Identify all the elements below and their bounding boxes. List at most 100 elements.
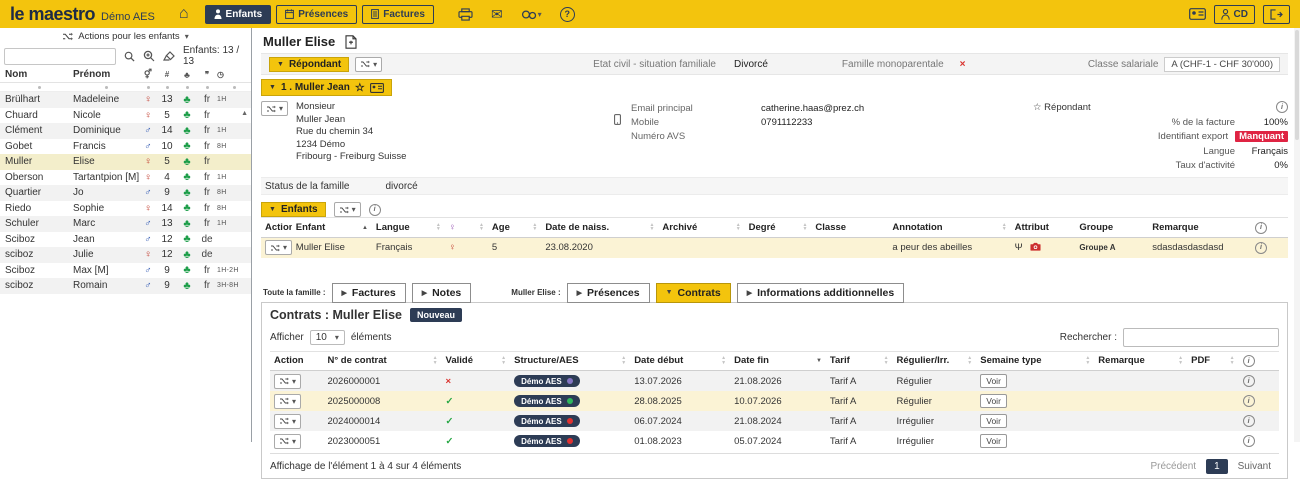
col-remarque[interactable]: Remarque (1148, 218, 1251, 238)
col-tarif[interactable]: Tarif▲▼ (826, 351, 893, 371)
home-icon[interactable]: ⌂ (179, 6, 189, 22)
child-row[interactable]: ChuardNicole♀5♣fr (0, 108, 251, 124)
child-row[interactable]: GobetFrancis♂10♣fr8H (0, 139, 251, 155)
tab-factures[interactable]: ▶Factures (332, 283, 406, 303)
child-row[interactable]: RiedoSophie♀14♣fr8H (0, 201, 251, 217)
col-archive[interactable]: Archivé▲▼ (658, 218, 744, 238)
classe-salariale-value[interactable]: A (CHF-1 - CHF 30'000) (1164, 57, 1280, 72)
col-semaine-type[interactable]: Semaine type▲▼ (976, 351, 1094, 371)
child-row[interactable]: SchulerMarc♂13♣fr1H (0, 216, 251, 232)
page-size-select[interactable]: 10▾ (310, 330, 345, 345)
idcard-icon[interactable] (1189, 8, 1206, 20)
voir-button[interactable]: Voir (980, 394, 1007, 408)
col-gender[interactable]: ♀▲▼ (445, 218, 488, 238)
tab-notes[interactable]: ▶Notes (412, 283, 472, 303)
logout-button[interactable] (1263, 5, 1290, 24)
printer-icon[interactable] (458, 8, 473, 21)
col-nom[interactable]: Nom (0, 69, 73, 80)
col-pdf[interactable]: PDF▲▼ (1187, 351, 1238, 371)
col-regulier[interactable]: Régulier/Irr.▲▼ (893, 351, 977, 371)
voir-button[interactable]: Voir (980, 434, 1007, 448)
info-icon[interactable]: i (1243, 395, 1255, 407)
col-attribut[interactable]: Attribut (1011, 218, 1076, 238)
clear-filter-icon[interactable] (163, 51, 175, 62)
search-plus-icon[interactable] (143, 50, 155, 62)
child-row[interactable]: ClémentDominique♂14♣fr1H (0, 123, 251, 139)
repondant-actions-button[interactable]: ▾ (355, 57, 382, 72)
scrollbar-thumb[interactable] (1295, 30, 1299, 140)
contract-row[interactable]: ▾ 2023000051 ✓ Démo AES 01.08.2023 05.07… (270, 431, 1279, 451)
children-search-input[interactable] (4, 48, 116, 65)
link-icon[interactable]: ▾ (521, 9, 542, 20)
children-filter-row[interactable] (0, 83, 251, 92)
enfant-actions-button[interactable]: ▾ (265, 240, 292, 255)
mail-icon[interactable]: ✉ (491, 7, 503, 21)
contract-actions-button[interactable]: ▾ (274, 394, 301, 409)
structure-badge[interactable]: Démo AES (514, 435, 580, 447)
status-column-icon[interactable]: ♣ (177, 70, 197, 80)
child-row[interactable]: scibozRomain♂9♣fr3H-8H (0, 278, 251, 294)
nav-presences[interactable]: Présences (276, 5, 357, 24)
age-column-icon[interactable]: # (157, 70, 177, 79)
remove-icon[interactable]: × (960, 59, 966, 70)
child-row[interactable]: scibozJulie♀12♣de (0, 247, 251, 263)
parent-section-toggle[interactable]: ▼ 1 . Muller Jean ☆ (261, 79, 392, 96)
next-page-button[interactable]: Suivant (1230, 459, 1279, 474)
col-structure[interactable]: Structure/AES▲▼ (510, 351, 630, 371)
child-row[interactable]: ObersonTartantpion [M]♀4♣fr1H (0, 170, 251, 186)
col-num-contrat[interactable]: N° de contrat▲▼ (323, 351, 441, 371)
enfants-actions-button[interactable]: ▾ (334, 202, 361, 217)
child-row[interactable]: BrülhartMadeleine♀13♣fr1H (0, 92, 251, 108)
contract-row[interactable]: ▾ 2025000008 ✓ Démo AES 28.08.2025 10.07… (270, 391, 1279, 411)
child-row[interactable]: ScibozJean♂12♣de (0, 232, 251, 248)
voir-button[interactable]: Voir (980, 374, 1007, 388)
hours-column-icon[interactable]: ◷ (217, 70, 251, 79)
col-annotation[interactable]: Annotation▲▼ (888, 218, 1010, 238)
col-remarque[interactable]: Remarque▲▼ (1094, 351, 1187, 371)
info-icon[interactable]: i (1243, 375, 1255, 387)
gender-column-icon[interactable]: ⚥ (139, 69, 157, 80)
contact-card-icon[interactable] (370, 83, 384, 93)
col-prenom[interactable]: Prénom (73, 69, 139, 80)
col-valide[interactable]: Validé▲▼ (442, 351, 511, 371)
enfant-row[interactable]: ▾ Muller Elise Français ♀ 5 23.08.2020 a… (261, 237, 1288, 258)
child-row-selected[interactable]: MullerElise♀5♣fr (0, 154, 251, 170)
tab-contrats[interactable]: ▼Contrats (656, 283, 731, 303)
info-icon[interactable]: i (1276, 101, 1288, 113)
language-column-icon[interactable]: ❞ (197, 70, 217, 79)
prev-page-button[interactable]: Précédent (1142, 459, 1204, 474)
children-actions-menu[interactable]: Actions pour les enfants ▾ (0, 28, 251, 45)
col-date-fin[interactable]: Date fin▼ (730, 351, 826, 371)
enfants-section-toggle[interactable]: ▼Enfants (261, 202, 326, 217)
structure-badge[interactable]: Démo AES (514, 395, 580, 407)
col-naissance[interactable]: Date de naiss.▲▼ (541, 218, 658, 238)
info-icon[interactable]: i (369, 204, 381, 216)
scroll-up-icon[interactable]: ▲ (241, 110, 248, 117)
parent-actions-button[interactable]: ▾ (261, 101, 288, 116)
col-degre[interactable]: Degré▲▼ (745, 218, 812, 238)
page-1-button[interactable]: 1 (1206, 459, 1228, 474)
contract-actions-button[interactable]: ▾ (274, 414, 301, 429)
col-langue[interactable]: Langue▲▼ (372, 218, 445, 238)
repondant-toggle[interactable]: ▼Répondant (269, 57, 349, 72)
col-age[interactable]: Age▲▼ (488, 218, 541, 238)
child-row[interactable]: ScibozMax [M]♂9♣fr1H-2H (0, 263, 251, 279)
contracts-search-input[interactable] (1123, 328, 1279, 347)
user-button[interactable]: CD (1214, 5, 1255, 24)
contract-row[interactable]: ▾ 2026000001 × Démo AES 13.07.2026 21.08… (270, 371, 1279, 392)
structure-badge[interactable]: Démo AES (514, 415, 580, 427)
col-groupe[interactable]: Groupe (1075, 218, 1148, 238)
page-scrollbar[interactable] (1294, 28, 1300, 442)
star-icon[interactable]: ☆ (1033, 102, 1042, 113)
search-icon[interactable] (124, 51, 135, 62)
tab-infos-additionnelles[interactable]: ▶Informations additionnelles (737, 283, 905, 303)
contract-actions-button[interactable]: ▾ (274, 374, 301, 389)
col-enfant[interactable]: Enfant▲ (292, 218, 372, 238)
info-icon[interactable]: i (1243, 415, 1255, 427)
col-date-debut[interactable]: Date début▲▼ (630, 351, 730, 371)
help-icon[interactable]: ? (560, 7, 575, 22)
contract-actions-button[interactable]: ▾ (274, 434, 301, 449)
email-value[interactable]: catherine.haas@prez.ch (761, 102, 864, 116)
child-row[interactable]: QuartierJo♂9♣fr8H (0, 185, 251, 201)
tab-presences[interactable]: ▶Présences (567, 283, 650, 303)
